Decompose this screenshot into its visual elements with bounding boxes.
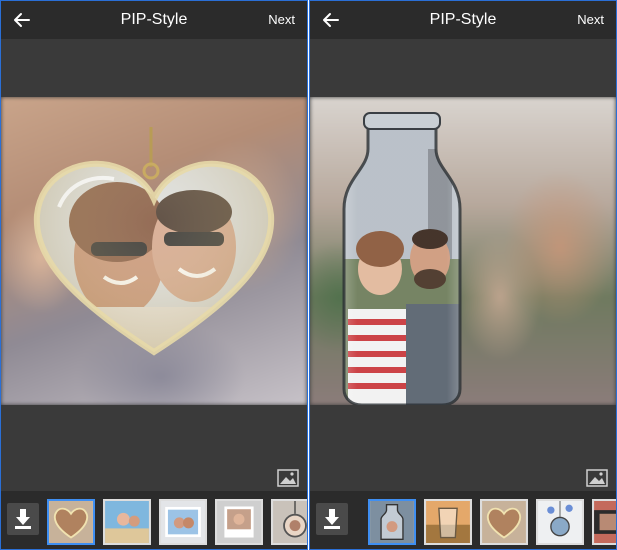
- next-button[interactable]: Next: [577, 12, 604, 27]
- heart-pendant-frame[interactable]: [29, 127, 279, 367]
- image-icon: [586, 469, 608, 487]
- thumb-polaroid[interactable]: [215, 499, 263, 545]
- thumb-heart[interactable]: [480, 499, 528, 545]
- thumb-glass[interactable]: [424, 499, 472, 545]
- thumb-frame[interactable]: [159, 499, 207, 545]
- page-title: PIP-Style: [120, 11, 188, 28]
- photo-canvas[interactable]: [310, 97, 616, 405]
- thumb-pendant[interactable]: [271, 499, 307, 545]
- thumb-film[interactable]: [592, 499, 616, 545]
- download-button[interactable]: [316, 503, 348, 535]
- download-button[interactable]: [7, 503, 39, 535]
- app-header: PIP-Style Next: [310, 1, 616, 39]
- style-thumbnail-bar: [310, 491, 616, 549]
- thumb-bottle[interactable]: [368, 499, 416, 545]
- thumb-beach[interactable]: [103, 499, 151, 545]
- gallery-button[interactable]: [586, 469, 608, 487]
- download-icon: [15, 509, 31, 529]
- next-button[interactable]: Next: [268, 12, 295, 27]
- style-thumbnail-bar: [1, 491, 307, 549]
- app-header: PIP-Style Next: [1, 1, 307, 39]
- arrow-left-icon: [323, 13, 339, 27]
- back-button[interactable]: [7, 5, 37, 35]
- screen-heart: PIP-Style Next: [0, 0, 308, 550]
- image-icon: [277, 469, 299, 487]
- download-icon: [324, 509, 340, 529]
- thumb-hanging[interactable]: [536, 499, 584, 545]
- thumb-heart[interactable]: [47, 499, 95, 545]
- thumbnail-list: [354, 495, 616, 547]
- page-title: PIP-Style: [429, 11, 497, 28]
- thumbnail-list: [45, 495, 307, 547]
- gallery-button[interactable]: [277, 469, 299, 487]
- screen-bottle: PIP-Style Next: [309, 0, 617, 550]
- glass-bottle-frame[interactable]: [338, 109, 466, 405]
- arrow-left-icon: [14, 13, 30, 27]
- photo-canvas[interactable]: [1, 97, 307, 405]
- back-button[interactable]: [316, 5, 346, 35]
